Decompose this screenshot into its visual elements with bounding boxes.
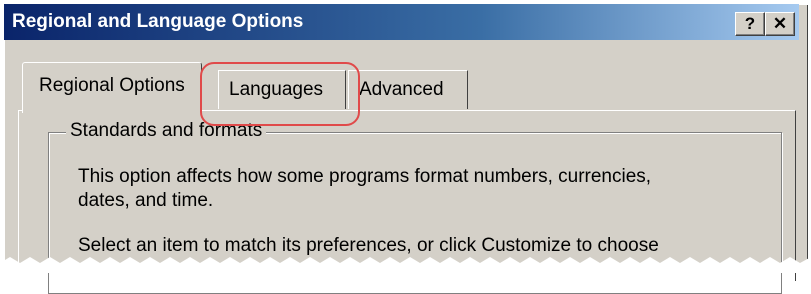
title-bar[interactable]: Regional and Language Options ? ✕ <box>4 4 799 40</box>
highlight-annotation <box>200 62 360 126</box>
tab-label: Regional Options <box>39 75 185 96</box>
torn-edge <box>0 257 811 273</box>
help-button[interactable]: ? <box>735 12 765 36</box>
tab-advanced[interactable]: Advanced <box>348 70 468 109</box>
tab-label: Advanced <box>359 79 444 100</box>
close-icon: ✕ <box>772 14 788 33</box>
description-line: dates, and time. <box>78 190 214 211</box>
description-line: This option affects how some programs fo… <box>78 166 652 187</box>
tab-regional-options[interactable]: Regional Options <box>22 62 202 113</box>
close-button[interactable]: ✕ <box>765 12 795 36</box>
window-title: Regional and Language Options <box>12 11 304 32</box>
